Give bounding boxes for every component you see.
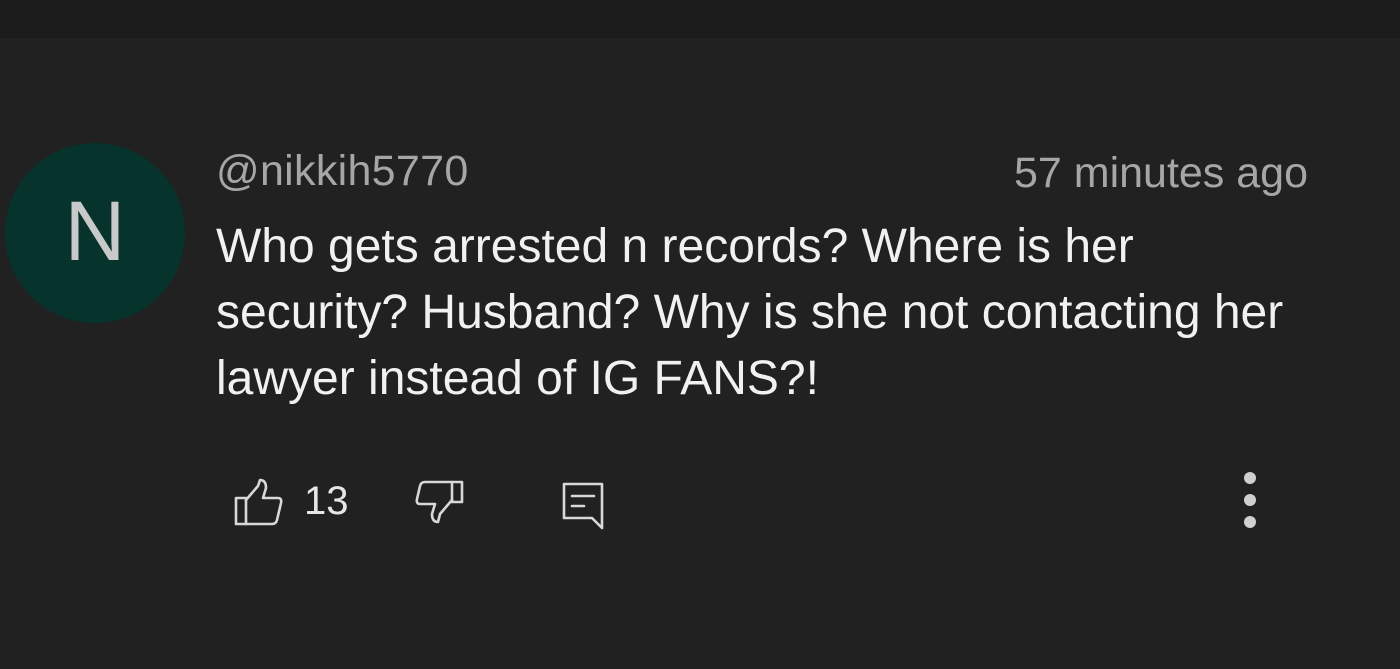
top-divider-strip: [0, 0, 1400, 38]
thumbs-up-icon: [234, 478, 283, 526]
comment-timestamp: 57 minutes ago: [1013, 149, 1308, 197]
comment-action-bar: 13: [0, 470, 1400, 530]
avatar-letter: N: [64, 184, 126, 278]
dislike-button[interactable]: [412, 478, 468, 534]
like-button[interactable]: [232, 476, 284, 528]
more-vertical-icon: [1244, 472, 1256, 528]
like-count: 13: [304, 479, 349, 523]
comment-body: Who gets arrested n records? Where is he…: [216, 220, 1284, 405]
thumbs-down-icon: [415, 480, 464, 524]
comment-reply-icon: [562, 482, 604, 530]
reply-button[interactable]: [558, 476, 608, 532]
more-options-button[interactable]: [1230, 470, 1270, 534]
comment-screen: N @nikkih5770 57 minutes ago Who gets ar…: [0, 0, 1400, 669]
comment-author-handle[interactable]: @nikkih5770: [216, 146, 469, 196]
avatar[interactable]: N: [5, 143, 185, 323]
